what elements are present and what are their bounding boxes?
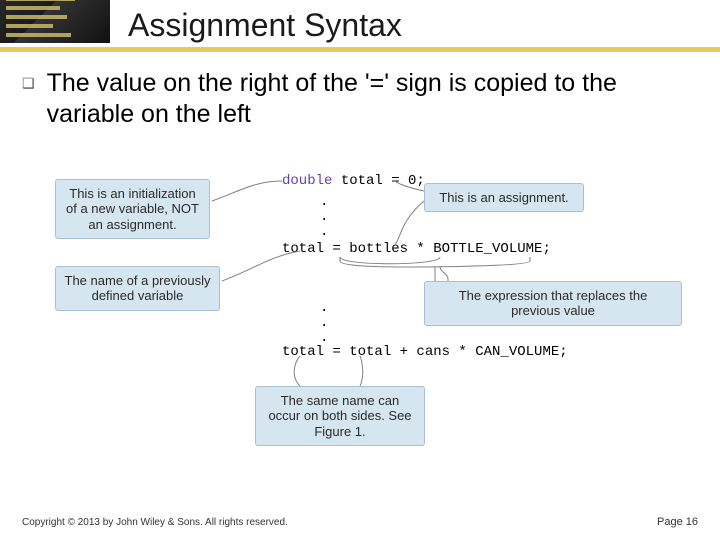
slide-header: Assignment Syntax bbox=[0, 0, 720, 52]
diagram-area: This is an initialization of a new varia… bbox=[0, 131, 720, 471]
callout-same-name: The same name can occur on both sides. S… bbox=[255, 386, 425, 447]
header-decorative-image bbox=[0, 0, 110, 43]
bullet-row: ❑ The value on the right of the '=' sign… bbox=[0, 52, 720, 131]
callout-initialization: This is an initialization of a new varia… bbox=[55, 179, 210, 240]
code-line-1: double total = 0; bbox=[282, 173, 425, 189]
footer-page-number: Page 16 bbox=[657, 516, 698, 528]
code-line-2: total = bottles * BOTTLE_VOLUME; bbox=[282, 241, 551, 257]
code-line-3: total = total + cans * CAN_VOLUME; bbox=[282, 344, 568, 360]
slide-title: Assignment Syntax bbox=[128, 9, 402, 43]
ellipsis-1: ... bbox=[320, 195, 328, 241]
callout-expression: The expression that replaces the previou… bbox=[424, 281, 682, 326]
ellipsis-2: ... bbox=[320, 301, 328, 347]
bullet-marker-icon: ❑ bbox=[22, 75, 35, 92]
callout-assignment: This is an assignment. bbox=[424, 183, 584, 213]
bullet-text: The value on the right of the '=' sign i… bbox=[47, 68, 680, 131]
callout-previous-variable: The name of a previously defined variabl… bbox=[55, 266, 220, 311]
footer-copyright: Copyright © 2013 by John Wiley & Sons. A… bbox=[22, 517, 288, 528]
